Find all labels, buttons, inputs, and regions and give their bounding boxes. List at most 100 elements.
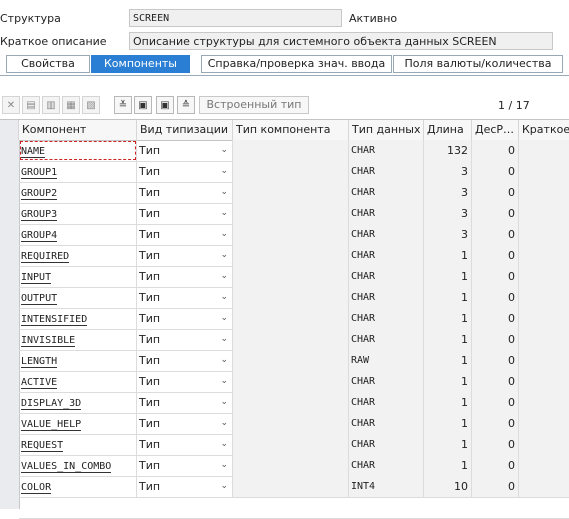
- chevron-down-icon[interactable]: ⌄: [220, 161, 228, 182]
- typing-kind-cell[interactable]: Тип ⌄: [137, 329, 233, 350]
- table-row[interactable]: ACTIVE Тип ⌄ CHAR 1 0: [19, 371, 569, 393]
- typing-kind-cell[interactable]: Тип ⌄: [137, 413, 233, 434]
- col-data-type[interactable]: Тип данных: [349, 120, 424, 140]
- col-typing-kind[interactable]: Вид типизации: [137, 120, 233, 140]
- last-page-icon[interactable]: ▣: [156, 96, 174, 114]
- component-name-cell[interactable]: LENGTH: [19, 350, 137, 371]
- component-name-cell[interactable]: REQUEST: [19, 434, 137, 455]
- typing-kind-cell[interactable]: Тип ⌄: [137, 476, 233, 497]
- row-selector-column[interactable]: [0, 140, 20, 509]
- first-page-icon[interactable]: ▣: [134, 96, 152, 114]
- typing-kind-cell[interactable]: Тип ⌄: [137, 182, 233, 203]
- table-row[interactable]: VALUES_IN_COMBO Тип ⌄ CHAR 1 0: [19, 455, 569, 477]
- typing-kind-cell[interactable]: Тип ⌄: [137, 350, 233, 371]
- tab-input-help[interactable]: Справка/проверка знач. ввода: [201, 55, 392, 73]
- typing-kind-cell[interactable]: Тип ⌄: [137, 455, 233, 476]
- chevron-down-icon[interactable]: ⌄: [220, 287, 228, 308]
- component-type-cell[interactable]: [233, 287, 349, 308]
- table-row[interactable]: INVISIBLE Тип ⌄ CHAR 1 0: [19, 329, 569, 351]
- description-field[interactable]: Описание структуры для системного объект…: [129, 32, 553, 50]
- col-length[interactable]: Длина: [424, 120, 472, 140]
- component-type-cell[interactable]: [233, 203, 349, 224]
- chevron-down-icon[interactable]: ⌄: [220, 413, 228, 434]
- component-name-cell[interactable]: NAME: [19, 140, 137, 161]
- typing-kind-cell[interactable]: Тип ⌄: [137, 161, 233, 182]
- component-name-cell[interactable]: REQUIRED: [19, 245, 137, 266]
- component-name-cell[interactable]: VALUE_HELP: [19, 413, 137, 434]
- component-type-cell[interactable]: [233, 371, 349, 392]
- chevron-down-icon[interactable]: ⌄: [220, 203, 228, 224]
- component-name-cell[interactable]: INPUT: [19, 266, 137, 287]
- component-name-cell[interactable]: GROUP4: [19, 224, 137, 245]
- component-type-cell[interactable]: [233, 266, 349, 287]
- typing-kind-cell[interactable]: Тип ⌄: [137, 287, 233, 308]
- builtin-type-button[interactable]: Встроенный тип: [199, 96, 309, 114]
- component-name-cell[interactable]: COLOR: [19, 476, 137, 497]
- col-short-desc[interactable]: Краткое: [519, 120, 569, 140]
- tab-components[interactable]: Компоненты: [91, 55, 190, 73]
- expand-icon[interactable]: ≙: [177, 96, 195, 114]
- component-name-cell[interactable]: GROUP2: [19, 182, 137, 203]
- component-name-cell[interactable]: INVISIBLE: [19, 329, 137, 350]
- component-type-cell[interactable]: [233, 161, 349, 182]
- copy-icon[interactable]: ▤: [22, 96, 40, 114]
- table-row[interactable]: DISPLAY_3D Тип ⌄ CHAR 1 0: [19, 392, 569, 414]
- table-row[interactable]: NAME Тип ⌄ CHAR 132 0: [19, 140, 569, 162]
- typing-kind-cell[interactable]: Тип ⌄: [137, 266, 233, 287]
- table-row[interactable]: GROUP3 Тип ⌄ CHAR 3 0: [19, 203, 569, 225]
- typing-kind-cell[interactable]: Тип ⌄: [137, 245, 233, 266]
- typing-kind-cell[interactable]: Тип ⌄: [137, 308, 233, 329]
- chevron-down-icon[interactable]: ⌄: [220, 308, 228, 329]
- chevron-down-icon[interactable]: ⌄: [220, 182, 228, 203]
- typing-kind-cell[interactable]: Тип ⌄: [137, 371, 233, 392]
- component-type-cell[interactable]: [233, 140, 349, 161]
- chevron-down-icon[interactable]: ⌄: [220, 350, 228, 371]
- chevron-down-icon[interactable]: ⌄: [220, 329, 228, 350]
- typing-kind-cell[interactable]: Тип ⌄: [137, 224, 233, 245]
- chevron-down-icon[interactable]: ⌄: [220, 266, 228, 287]
- component-type-cell[interactable]: [233, 476, 349, 497]
- typing-kind-cell[interactable]: Тип ⌄: [137, 392, 233, 413]
- component-type-cell[interactable]: [233, 224, 349, 245]
- typing-kind-cell[interactable]: Тип ⌄: [137, 140, 233, 161]
- component-type-cell[interactable]: [233, 413, 349, 434]
- chevron-down-icon[interactable]: ⌄: [220, 476, 228, 497]
- table-row[interactable]: GROUP2 Тип ⌄ CHAR 3 0: [19, 182, 569, 204]
- component-type-cell[interactable]: [233, 434, 349, 455]
- table-row[interactable]: GROUP4 Тип ⌄ CHAR 3 0: [19, 224, 569, 246]
- component-type-cell[interactable]: [233, 329, 349, 350]
- component-type-cell[interactable]: [233, 245, 349, 266]
- typing-kind-cell[interactable]: Тип ⌄: [137, 203, 233, 224]
- component-name-cell[interactable]: GROUP3: [19, 203, 137, 224]
- component-name-cell[interactable]: OUTPUT: [19, 287, 137, 308]
- table-row[interactable]: INPUT Тип ⌄ CHAR 1 0: [19, 266, 569, 288]
- chevron-down-icon[interactable]: ⌄: [220, 224, 228, 245]
- table-row[interactable]: INTENSIFIED Тип ⌄ CHAR 1 0: [19, 308, 569, 330]
- empty-row[interactable]: [19, 497, 569, 519]
- paste-icon[interactable]: ▥: [42, 96, 60, 114]
- tab-currency-fields[interactable]: Поля валюты/количества: [393, 55, 563, 73]
- component-name-cell[interactable]: DISPLAY_3D: [19, 392, 137, 413]
- table-row[interactable]: VALUE_HELP Тип ⌄ CHAR 1 0: [19, 413, 569, 435]
- component-type-cell[interactable]: [233, 308, 349, 329]
- tab-properties[interactable]: Свойства: [6, 55, 90, 73]
- table-row[interactable]: REQUIRED Тип ⌄ CHAR 1 0: [19, 245, 569, 267]
- col-component[interactable]: Компонент: [19, 120, 137, 140]
- chevron-down-icon[interactable]: ⌄: [220, 455, 228, 476]
- chevron-down-icon[interactable]: ⌄: [220, 140, 228, 161]
- insert-row-icon[interactable]: ▦: [62, 96, 80, 114]
- table-row[interactable]: LENGTH Тип ⌄ RAW 1 0: [19, 350, 569, 372]
- table-row[interactable]: GROUP1 Тип ⌄ CHAR 3 0: [19, 161, 569, 183]
- component-name-cell[interactable]: VALUES_IN_COMBO: [19, 455, 137, 476]
- table-row[interactable]: REQUEST Тип ⌄ CHAR 1 0: [19, 434, 569, 456]
- structure-field[interactable]: SCREEN: [129, 9, 342, 27]
- table-row[interactable]: OUTPUT Тип ⌄ CHAR 1 0: [19, 287, 569, 309]
- chevron-down-icon[interactable]: ⌄: [220, 371, 228, 392]
- component-type-cell[interactable]: [233, 350, 349, 371]
- component-name-cell[interactable]: INTENSIFIED: [19, 308, 137, 329]
- chevron-down-icon[interactable]: ⌄: [220, 245, 228, 266]
- component-name-cell[interactable]: GROUP1: [19, 161, 137, 182]
- component-type-cell[interactable]: [233, 182, 349, 203]
- chevron-down-icon[interactable]: ⌄: [220, 392, 228, 413]
- col-component-type[interactable]: Тип компонента: [233, 120, 349, 140]
